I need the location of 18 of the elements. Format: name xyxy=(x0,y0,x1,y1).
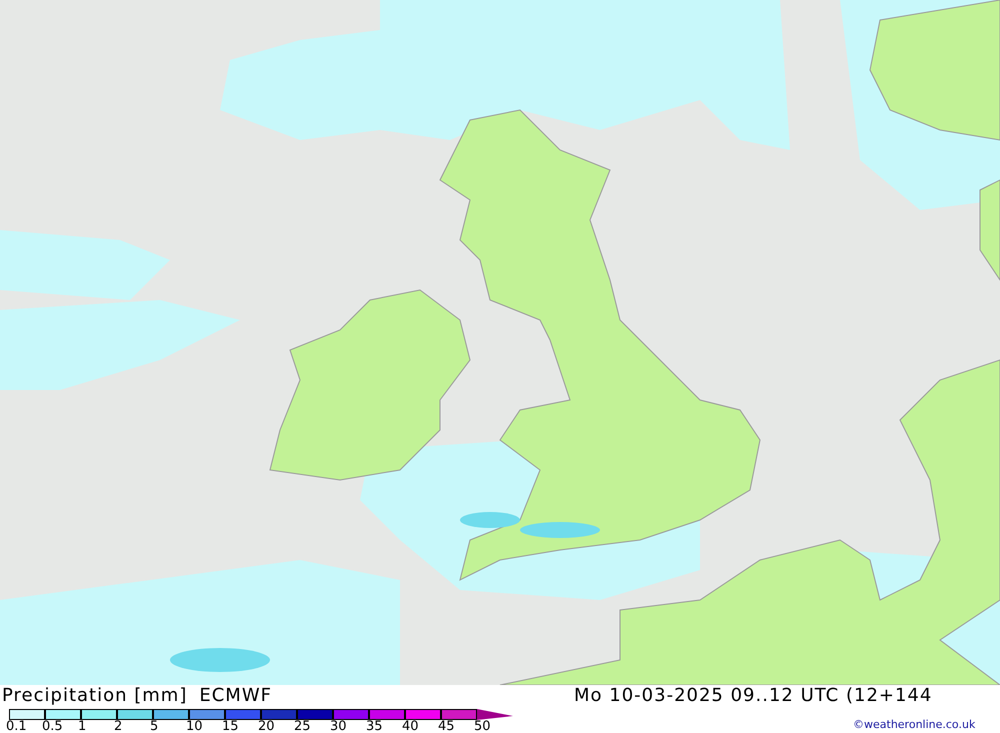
legend-label: 50 xyxy=(474,720,491,733)
legend-label: 35 xyxy=(366,720,383,733)
legend-label: 2 xyxy=(114,720,122,733)
legend-label: 20 xyxy=(258,720,275,733)
legend-label: 45 xyxy=(438,720,455,733)
model-name: ECMWF xyxy=(199,685,272,707)
legend-label: 30 xyxy=(330,720,347,733)
legend-label: 1 xyxy=(78,720,86,733)
credit-link[interactable]: ©weatheronline.co.uk xyxy=(853,717,976,733)
legend-label: 5 xyxy=(150,720,158,733)
legend-label: 0.5 xyxy=(42,720,63,733)
map-title: Precipitation [mm] xyxy=(2,685,188,707)
valid-time: Mo 10-03-2025 09..12 UTC (12+144 xyxy=(574,685,932,707)
legend-label: 10 xyxy=(186,720,203,733)
legend-label: 25 xyxy=(294,720,311,733)
legend-label: 40 xyxy=(402,720,419,733)
legend-label: 0.1 xyxy=(6,720,27,733)
legend-label: 15 xyxy=(222,720,239,733)
